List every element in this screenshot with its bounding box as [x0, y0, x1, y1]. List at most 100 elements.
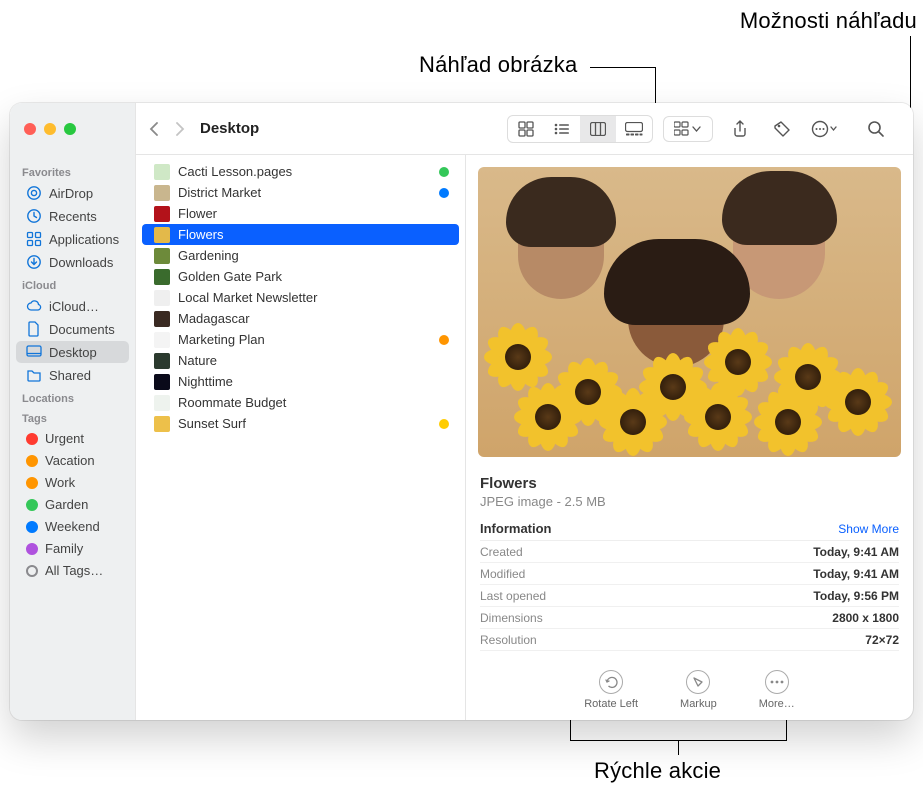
view-mode-group [507, 115, 653, 143]
sidebar-item-label: Weekend [45, 519, 100, 534]
file-thumb-icon [154, 332, 170, 348]
file-name-label: Sunset Surf [178, 416, 246, 431]
back-button[interactable] [148, 121, 159, 137]
file-row[interactable]: Marketing Plan [142, 329, 459, 350]
tag-dot-icon [26, 499, 38, 511]
tags-button[interactable] [765, 116, 799, 142]
sidebar-item-garden[interactable]: Garden [16, 494, 129, 515]
finder-window: Desktop FavoritesAirDropRecentsApplicati… [10, 103, 913, 720]
file-row[interactable]: Local Market Newsletter [142, 287, 459, 308]
file-thumb-icon [154, 311, 170, 327]
sidebar-item-downloads[interactable]: Downloads [16, 251, 129, 273]
file-name-label: Marketing Plan [178, 332, 265, 347]
file-row[interactable]: Nature [142, 350, 459, 371]
view-list-button[interactable] [544, 116, 580, 142]
info-row: Dimensions2800 x 1800 [480, 607, 899, 629]
file-name-label: Cacti Lesson.pages [178, 164, 292, 179]
file-name-label: Roommate Budget [178, 395, 286, 410]
minimize-button[interactable] [44, 123, 56, 135]
info-row: Last openedToday, 9:56 PM [480, 585, 899, 607]
info-value: Today, 9:41 AM [813, 545, 899, 559]
file-list: Cacti Lesson.pages District Market FlowerF… [136, 155, 466, 720]
file-name-label: District Market [178, 185, 261, 200]
zoom-button[interactable] [64, 123, 76, 135]
sidebar-item-urgent[interactable]: Urgent [16, 428, 129, 449]
view-gallery-button[interactable] [616, 116, 652, 142]
info-header: Information [480, 521, 552, 536]
markup-icon [686, 670, 710, 694]
file-thumb-icon [154, 269, 170, 285]
sidebar-item-shared[interactable]: Shared [16, 364, 129, 386]
group-by-button[interactable] [663, 116, 713, 142]
file-thumb-icon [154, 353, 170, 369]
view-icon-button[interactable] [508, 116, 544, 142]
file-name-label: Nature [178, 353, 217, 368]
window-title: Desktop [200, 120, 259, 137]
file-row[interactable]: Flowers [142, 224, 459, 245]
preview-title: Flowers [480, 475, 899, 492]
sidebar-item-recents[interactable]: Recents [16, 205, 129, 227]
view-column-button[interactable] [580, 116, 616, 142]
close-button[interactable] [24, 123, 36, 135]
more-icon [765, 670, 789, 694]
file-row[interactable]: Flower [142, 203, 459, 224]
search-button[interactable] [859, 116, 893, 142]
tag-dot-icon [26, 543, 38, 555]
quick-action-rotate[interactable]: Rotate Left [584, 670, 638, 710]
file-tag-dot [439, 188, 449, 198]
sidebar-item-label: iCloud… [49, 299, 99, 314]
show-more-button[interactable]: Show More [838, 522, 899, 536]
info-key: Created [480, 545, 523, 559]
airdrop-icon [26, 185, 42, 201]
sidebar-item-work[interactable]: Work [16, 472, 129, 493]
action-menu-button[interactable] [807, 116, 841, 142]
cloud-icon [26, 298, 42, 314]
info-key: Modified [480, 567, 525, 581]
sidebar-item-vacation[interactable]: Vacation [16, 450, 129, 471]
file-row[interactable]: Golden Gate Park [142, 266, 459, 287]
sidebar-item-label: Garden [45, 497, 88, 512]
sidebar-header: Tags [10, 407, 135, 427]
sidebar: FavoritesAirDropRecentsApplicationsDownl… [10, 155, 136, 720]
quick-action-more[interactable]: More… [759, 670, 795, 710]
sidebar-header: Locations [10, 387, 135, 407]
shared-icon [26, 367, 42, 383]
sidebar-item-family[interactable]: Family [16, 538, 129, 559]
sidebar-item-applications[interactable]: Applications [16, 228, 129, 250]
tag-dot-icon [26, 455, 38, 467]
file-thumb-icon [154, 416, 170, 432]
info-key: Resolution [480, 633, 537, 647]
file-thumb-icon [154, 395, 170, 411]
info-row: ModifiedToday, 9:41 AM [480, 563, 899, 585]
sidebar-item-label: Work [45, 475, 75, 490]
file-row[interactable]: Madagascar [142, 308, 459, 329]
file-tag-dot [439, 335, 449, 345]
file-row[interactable]: Nighttime [142, 371, 459, 392]
sidebar-item-icloud-[interactable]: iCloud… [16, 295, 129, 317]
preview-meta: Flowers JPEG image - 2.5 MB Information … [466, 469, 913, 651]
file-row[interactable]: Cacti Lesson.pages [142, 161, 459, 182]
file-row[interactable]: Roommate Budget [142, 392, 459, 413]
share-button[interactable] [723, 116, 757, 142]
clock-icon [26, 208, 42, 224]
sidebar-item-weekend[interactable]: Weekend [16, 516, 129, 537]
sidebar-item-desktop[interactable]: Desktop [16, 341, 129, 363]
forward-button[interactable] [175, 121, 186, 137]
toolbar: Desktop [10, 103, 913, 155]
file-tag-dot [439, 419, 449, 429]
sidebar-item-documents[interactable]: Documents [16, 318, 129, 340]
file-thumb-icon [154, 164, 170, 180]
file-thumb-icon [154, 227, 170, 243]
traffic-lights [10, 103, 136, 155]
toolbar-main: Desktop [136, 115, 913, 143]
sidebar-item-all-tags-[interactable]: All Tags… [16, 560, 129, 581]
sidebar-item-label: All Tags… [45, 563, 103, 578]
sidebar-item-airdrop[interactable]: AirDrop [16, 182, 129, 204]
file-row[interactable]: District Market [142, 182, 459, 203]
file-row[interactable]: Sunset Surf [142, 413, 459, 434]
callout-quick-actions: Rýchle akcie [594, 758, 721, 784]
callout-preview-options: Možnosti náhľadu [740, 8, 917, 34]
file-row[interactable]: Gardening [142, 245, 459, 266]
quick-action-markup[interactable]: Markup [680, 670, 717, 710]
sidebar-header: Favorites [10, 161, 135, 181]
